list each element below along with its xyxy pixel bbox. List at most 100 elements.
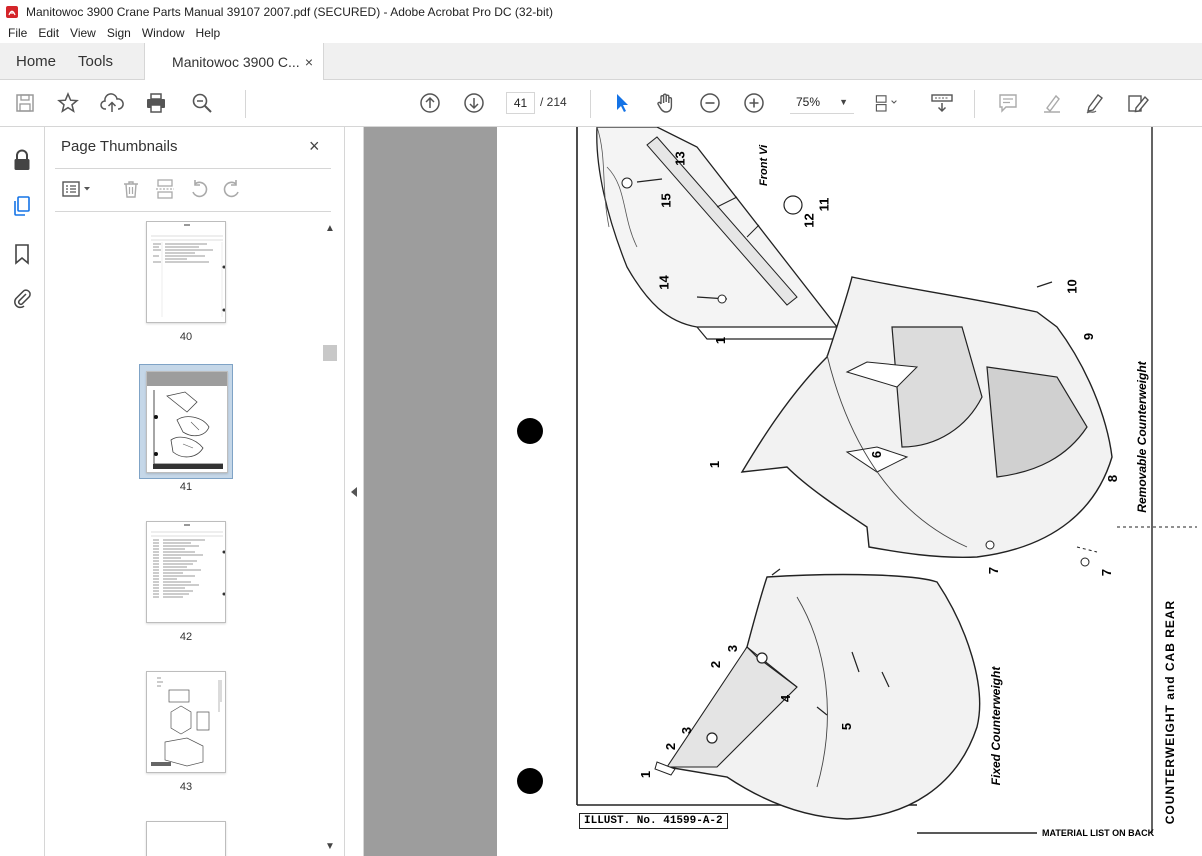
highlight-icon[interactable]: [1040, 91, 1064, 115]
undo-icon[interactable]: [188, 177, 210, 201]
callout-1c: 1: [707, 460, 723, 469]
page-fit-icon[interactable]: [874, 91, 898, 115]
select-cursor-icon[interactable]: [610, 91, 634, 115]
window-titlebar: Manitowoc 3900 Crane Parts Manual 39107 …: [0, 0, 1202, 23]
collapse-arrow-icon[interactable]: [350, 486, 358, 498]
menu-help[interactable]: Help: [196, 26, 221, 40]
thumbnail-page-42[interactable]: [146, 521, 226, 623]
options-icon[interactable]: [59, 177, 95, 201]
scroll-down-icon[interactable]: ▼: [325, 841, 335, 852]
comment-icon[interactable]: [996, 91, 1020, 115]
zoom-out-icon[interactable]: [698, 91, 722, 115]
tab-home[interactable]: Home: [0, 43, 72, 79]
thumbnail-scrollbar[interactable]: ▲ ▼: [322, 221, 338, 856]
callout-11: 11: [816, 197, 832, 212]
pages-icon[interactable]: [11, 195, 33, 217]
save-icon[interactable]: [13, 91, 37, 115]
thumbnail-label-43: 43: [179, 781, 193, 793]
toolbar-separator: [974, 90, 975, 118]
scrollbar-thumb[interactable]: [323, 345, 337, 361]
callout-2b: 2: [708, 660, 724, 669]
callout-8: 8: [1105, 474, 1121, 483]
callout-3b: 3: [725, 644, 741, 653]
material-list-note: MATERIAL LIST ON BACK: [1042, 828, 1155, 838]
thumbnail-page-43[interactable]: [146, 671, 226, 773]
menu-edit[interactable]: Edit: [38, 26, 59, 40]
thumbnail-label-41: 41: [179, 481, 193, 493]
insert-icon[interactable]: [154, 177, 176, 201]
scroll-up-icon[interactable]: ▲: [325, 223, 335, 234]
print-icon[interactable]: [144, 91, 168, 115]
thumbnail-label-42: 42: [179, 631, 193, 643]
document-page: 1 2 3 2 3 4 5 1 6 7 7 8 9 10 1 11 12 13 …: [497, 127, 1202, 856]
hand-icon[interactable]: [654, 91, 678, 115]
fixed-counterweight-label: Fixed Counterweight: [989, 666, 1003, 786]
redo-icon[interactable]: [221, 177, 243, 201]
document-viewer[interactable]: 1 2 3 2 3 4 5 1 6 7 7 8 9 10 1 11 12 13 …: [364, 127, 1202, 856]
star-icon[interactable]: [56, 91, 80, 115]
section-title: COUNTERWEIGHT and CAB REAR: [1163, 599, 1177, 825]
panel-splitter[interactable]: [345, 127, 364, 856]
menu-window[interactable]: Window: [142, 26, 185, 40]
upload-icon[interactable]: [100, 91, 124, 115]
main-toolbar: [0, 80, 1202, 127]
close-icon[interactable]: ×: [309, 136, 320, 157]
callout-15: 15: [658, 193, 674, 208]
illustration-number: ILLUST. No. 41599-A-2: [579, 813, 728, 829]
window-title: Manitowoc 3900 Crane Parts Manual 39107 …: [26, 4, 553, 19]
zoom-search-icon[interactable]: [190, 91, 214, 115]
left-rail: [0, 127, 45, 856]
scroll-mode-icon[interactable]: [930, 91, 954, 115]
tab-document-label: Manitowoc 3900 C...: [172, 54, 300, 70]
sign-icon[interactable]: [1083, 91, 1107, 115]
edit-icon[interactable]: [1126, 91, 1150, 115]
page-total: / 214: [540, 95, 567, 109]
toolbar-separator: [245, 90, 246, 118]
toolbar-separator: [590, 90, 591, 118]
attachment-icon[interactable]: [11, 287, 33, 309]
delete-icon[interactable]: [120, 177, 142, 201]
thumbnail-page-44[interactable]: [146, 821, 226, 856]
callout-14: 14: [656, 275, 672, 290]
callout-1d: 1: [713, 336, 729, 345]
tab-document[interactable]: Manitowoc 3900 C... ×: [144, 43, 325, 81]
callout-12: 12: [801, 213, 817, 228]
page-down-icon[interactable]: [462, 91, 486, 115]
lock-icon[interactable]: [11, 149, 33, 171]
tab-bar: Home Tools Manitowoc 3900 C... ×: [0, 43, 1202, 81]
menu-file[interactable]: File: [8, 26, 27, 40]
zoom-select[interactable]: 75% ▼: [790, 92, 854, 114]
callout-6: 6: [869, 450, 885, 459]
zoom-value: 75%: [796, 95, 821, 109]
menu-view[interactable]: View: [70, 26, 96, 40]
thumbnail-page-41[interactable]: [146, 371, 228, 473]
callout-1: 1: [638, 770, 654, 779]
callout-2: 2: [663, 742, 679, 751]
front-view-label: Front Vi: [758, 144, 770, 186]
page-number-input[interactable]: 41: [506, 92, 535, 114]
callout-10: 10: [1064, 279, 1080, 294]
thumbnail-page-40[interactable]: [146, 221, 226, 323]
tab-close-button[interactable]: ×: [305, 54, 313, 70]
pdf-app-icon: [6, 5, 18, 18]
menu-sign[interactable]: Sign: [107, 26, 131, 40]
callout-7b: 7: [1099, 568, 1115, 577]
callout-9: 9: [1081, 332, 1097, 341]
panel-title: Page Thumbnails: [61, 138, 178, 155]
page-up-icon[interactable]: [418, 91, 442, 115]
thumbnails-panel: Page Thumbnails × 40 41 42 43 ▲ ▼: [45, 127, 345, 856]
callout-7: 7: [986, 566, 1002, 575]
zoom-in-icon[interactable]: [742, 91, 766, 115]
panel-divider: [55, 211, 331, 212]
callout-5: 5: [839, 722, 855, 731]
thumbnail-label-40: 40: [179, 331, 193, 343]
menu-bar: File Edit View Sign Window Help: [0, 23, 1202, 43]
panel-divider: [55, 168, 331, 169]
tab-tools[interactable]: Tools: [72, 43, 129, 79]
callout-4: 4: [778, 694, 794, 703]
thumbnail-list: 40 41 42 43: [45, 221, 322, 856]
bookmark-icon[interactable]: [11, 243, 33, 265]
parts-illustration: [517, 127, 1197, 834]
chevron-down-icon: ▼: [839, 97, 848, 107]
removable-counterweight-label: Removable Counterweight: [1135, 361, 1149, 513]
